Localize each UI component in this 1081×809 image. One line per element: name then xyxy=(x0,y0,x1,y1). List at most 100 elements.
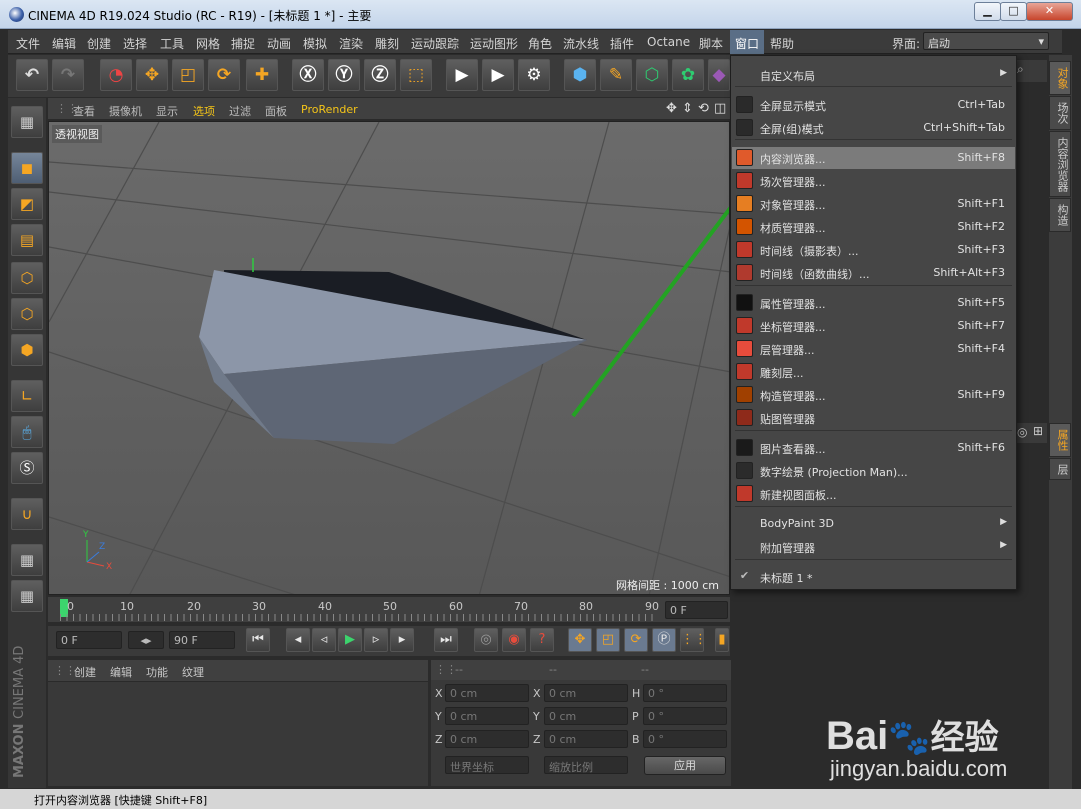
edges-mode-icon[interactable]: ⬡ xyxy=(11,298,43,330)
key-rotation-icon[interactable]: ⟳ xyxy=(624,628,648,652)
menu-character[interactable]: 角色 xyxy=(528,35,552,52)
timeline-ruler[interactable]: 0 10 20 30 40 50 60 70 80 90 0 F xyxy=(48,597,730,622)
size-x-field[interactable]: 0 cm xyxy=(544,684,628,702)
window-menu-item[interactable]: 时间线（函数曲线）... Shift+Alt+F3 xyxy=(732,262,1015,284)
rot-b-field[interactable]: 0 ° xyxy=(643,730,727,748)
points-mode-icon[interactable]: ⬡ xyxy=(11,262,43,294)
move-icon[interactable]: ✥ xyxy=(136,59,168,91)
make-editable-icon[interactable]: ▦ xyxy=(11,106,43,138)
play-icon[interactable]: ▶ xyxy=(338,628,362,652)
size-z-field[interactable]: 0 cm xyxy=(544,730,628,748)
pos-x-field[interactable]: 0 cm xyxy=(445,684,529,702)
layout-select[interactable]: 启动 ▾ xyxy=(923,32,1049,50)
polygons-mode-icon[interactable]: ⬢ xyxy=(11,334,43,366)
tweak-mode-icon[interactable]: 🖱 xyxy=(11,416,43,448)
tab-attributes[interactable]: 属性 xyxy=(1049,423,1071,457)
window-menu-item[interactable]: 全屏显示模式 Ctrl+Tab xyxy=(732,94,1015,116)
tab-layers[interactable]: 层 xyxy=(1049,458,1071,480)
window-menu-item[interactable]: 贴图管理器 xyxy=(732,407,1015,429)
pos-z-field[interactable]: 0 cm xyxy=(445,730,529,748)
perspective-viewport[interactable]: Y X Z 透视视图 网格间距 : 1000 cm xyxy=(48,121,730,595)
minimize-button[interactable]: ▁ xyxy=(974,2,1001,21)
menu-snap[interactable]: 捕捉 xyxy=(231,35,255,52)
menu-simulate[interactable]: 模拟 xyxy=(303,35,327,52)
window-menu-item[interactable]: 材质管理器... Shift+F2 xyxy=(732,216,1015,238)
menu-tools[interactable]: 工具 xyxy=(160,35,184,52)
snap-magnet-icon[interactable]: ∪ xyxy=(11,498,43,530)
axis-mode-icon[interactable]: ∟ xyxy=(11,380,43,412)
viewport-menu-view[interactable]: 查看 xyxy=(73,103,95,119)
menu-pipeline[interactable]: 流水线 xyxy=(563,35,599,52)
workplane-icon[interactable]: ▤ xyxy=(11,224,43,256)
end-frame-field[interactable]: 90 F xyxy=(169,631,235,649)
viewport-nav-move-icon[interactable]: ✥ xyxy=(666,101,677,116)
window-menu-item[interactable]: 内容浏览器... Shift+F8 xyxy=(732,147,1015,169)
material-menu-edit[interactable]: 编辑 xyxy=(110,664,132,680)
scheme-icon[interactable]: ▮ xyxy=(715,628,729,652)
frame-step-buttons[interactable]: ◂▸ xyxy=(128,631,164,649)
render-picture-icon[interactable]: ▶ xyxy=(482,59,514,91)
window-menu-item[interactable]: 属性管理器... Shift+F5 xyxy=(732,292,1015,314)
viewport-menu-camera[interactable]: 摄像机 xyxy=(109,103,142,119)
viewport-menu-panel[interactable]: 面板 xyxy=(265,103,287,119)
window-menu-item[interactable]: 自定义布局 ▶ xyxy=(732,64,1015,86)
viewport-nav-rotate-icon[interactable]: ⟲ xyxy=(698,101,709,116)
add-panel-icon[interactable]: ⊞ xyxy=(1033,424,1043,438)
pos-y-field[interactable]: 0 cm xyxy=(445,707,529,725)
cloner-icon[interactable]: ✿ xyxy=(672,59,704,91)
window-menu-item[interactable]: 新建视图面板... xyxy=(732,483,1015,505)
window-menu-item[interactable]: 坐标管理器... Shift+F7 xyxy=(732,315,1015,337)
material-menu-texture[interactable]: 纹理 xyxy=(182,664,204,680)
subdivision-icon[interactable]: ⬡ xyxy=(636,59,668,91)
x-axis-icon[interactable]: Ⓧ xyxy=(292,59,324,91)
menu-render[interactable]: 渲染 xyxy=(339,35,363,52)
menu-animate[interactable]: 动画 xyxy=(267,35,291,52)
z-axis-icon[interactable]: Ⓩ xyxy=(364,59,396,91)
viewport-layout-icon[interactable]: ◫ xyxy=(714,101,726,116)
menu-motion-tracking[interactable]: 运动跟踪 xyxy=(411,35,459,52)
maximize-button[interactable]: □ xyxy=(1000,2,1027,21)
window-menu-item[interactable]: 数字绘景 (Projection Man)... xyxy=(732,460,1015,482)
world-coords-select[interactable]: 世界坐标 xyxy=(445,756,529,774)
window-menu-item[interactable]: 图片查看器... Shift+F6 xyxy=(732,437,1015,459)
move-plus-icon[interactable]: ✚ xyxy=(246,59,278,91)
material-menu-create[interactable]: 创建 xyxy=(74,664,96,680)
size-y-field[interactable]: 0 cm xyxy=(544,707,628,725)
record-disabled-icon[interactable]: ◎ xyxy=(474,628,498,652)
viewport-nav-zoom-icon[interactable]: ⇕ xyxy=(682,101,693,116)
y-axis-icon[interactable]: Ⓨ xyxy=(328,59,360,91)
render-view-icon[interactable]: ▶ xyxy=(446,59,478,91)
locked-workplane-icon[interactable]: ▦ xyxy=(11,544,43,576)
scale-icon[interactable]: ◰ xyxy=(172,59,204,91)
solo-icon[interactable]: Ⓢ xyxy=(11,452,43,484)
window-menu-item[interactable]: ✔ 未标题 1 * xyxy=(732,566,1015,588)
viewport-menu-filter[interactable]: 过滤 xyxy=(229,103,251,119)
viewport-menu-options[interactable]: 选项 xyxy=(193,103,215,119)
menu-help[interactable]: 帮助 xyxy=(770,35,794,52)
close-button[interactable]: ✕ xyxy=(1026,2,1073,21)
key-param-icon[interactable]: Ⓟ xyxy=(652,628,676,652)
rotate-icon[interactable]: ⟳ xyxy=(208,59,240,91)
cube-icon[interactable]: ⬢ xyxy=(564,59,596,91)
deformer-icon[interactable]: ◆ xyxy=(708,59,730,91)
apply-button[interactable]: 应用 xyxy=(644,756,726,775)
prev-frame-icon[interactable]: ◃ xyxy=(312,628,336,652)
start-frame-field[interactable]: 0 F xyxy=(56,631,122,649)
search-icon[interactable]: ⌕ xyxy=(1017,62,1024,77)
window-menu-item[interactable]: 时间线（摄影表）... Shift+F3 xyxy=(732,239,1015,261)
menu-create[interactable]: 创建 xyxy=(87,35,111,52)
menu-edit[interactable]: 编辑 xyxy=(52,35,76,52)
next-frame-icon[interactable]: ▹ xyxy=(364,628,388,652)
menu-mesh[interactable]: 网格 xyxy=(196,35,220,52)
window-menu-item[interactable]: 构造管理器... Shift+F9 xyxy=(732,384,1015,406)
goto-start-icon[interactable]: ⏮ xyxy=(246,628,270,652)
key-scale-icon[interactable]: ◰ xyxy=(596,628,620,652)
model-mode-icon[interactable]: ◼ xyxy=(11,152,43,184)
render-settings-icon[interactable]: ⚙ xyxy=(518,59,550,91)
viewport-menu-display[interactable]: 显示 xyxy=(156,103,178,119)
live-select-icon[interactable]: ◔ xyxy=(100,59,132,91)
rot-h-field[interactable]: 0 ° xyxy=(643,684,727,702)
tab-content-browser[interactable]: 内容浏览器 xyxy=(1049,131,1071,197)
window-menu-item[interactable]: 对象管理器... Shift+F1 xyxy=(732,193,1015,215)
tab-objects[interactable]: 对象 xyxy=(1049,61,1071,95)
